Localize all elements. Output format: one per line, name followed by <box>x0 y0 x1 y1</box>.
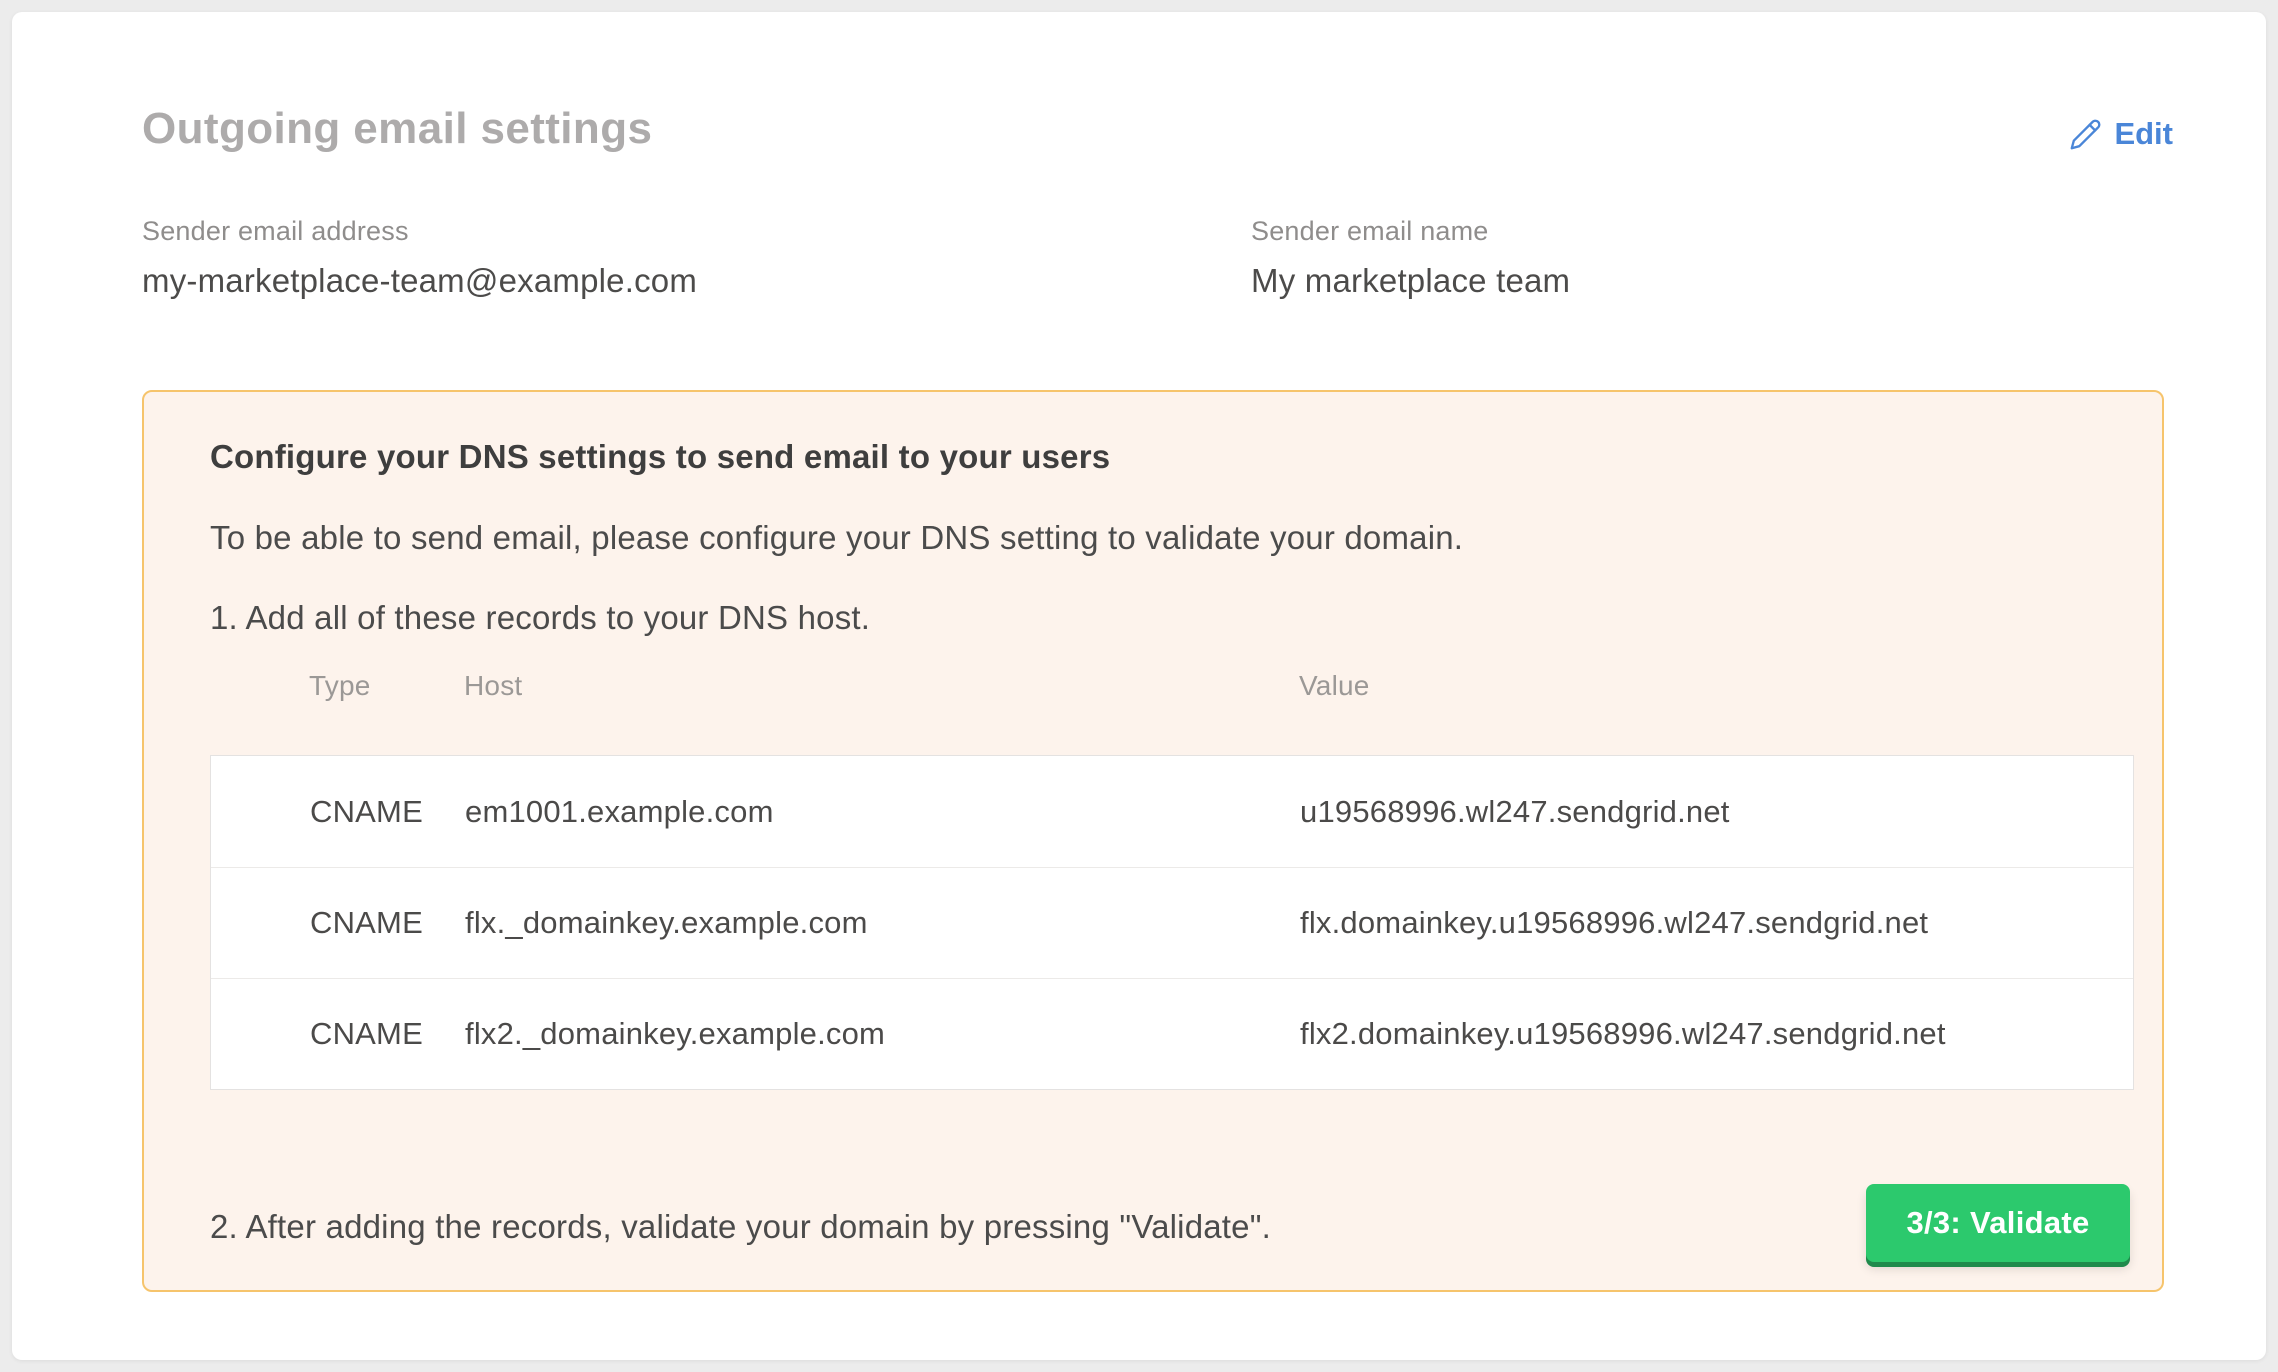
dns-step-2: 2. After adding the records, validate yo… <box>210 1208 1271 1246</box>
dns-type-cell: CNAME <box>211 905 465 941</box>
sender-email-value: my-marketplace-team@example.com <box>142 262 697 300</box>
page-title: Outgoing email settings <box>142 104 652 154</box>
dns-step-1: 1. Add all of these records to your DNS … <box>210 599 870 637</box>
dns-panel-description: To be able to send email, please configu… <box>210 519 1463 557</box>
edit-button[interactable]: Edit <box>2069 116 2173 152</box>
dns-panel-heading: Configure your DNS settings to send emai… <box>210 438 1110 476</box>
dns-records-table: CNAMEem1001.example.comu19568996.wl247.s… <box>210 755 2134 1090</box>
table-row: CNAMEflx2._domainkey.example.comflx2.dom… <box>211 978 2133 1089</box>
dns-type-cell: CNAME <box>211 1016 465 1052</box>
column-header-type: Type <box>210 670 464 702</box>
pencil-icon <box>2069 118 2102 151</box>
dns-host-cell: flx._domainkey.example.com <box>465 905 1300 941</box>
dns-config-panel: Configure your DNS settings to send emai… <box>142 390 2164 1292</box>
edit-label: Edit <box>2114 116 2173 152</box>
settings-card: Outgoing email settings Edit Sender emai… <box>12 12 2266 1360</box>
dns-host-cell: flx2._domainkey.example.com <box>465 1016 1300 1052</box>
sender-email-label: Sender email address <box>142 216 697 247</box>
sender-email-field: Sender email address my-marketplace-team… <box>142 216 697 300</box>
dns-table-header: Type Host Value <box>210 670 2134 702</box>
column-header-value: Value <box>1299 670 2134 702</box>
sender-name-value: My marketplace team <box>1251 262 1570 300</box>
sender-name-field: Sender email name My marketplace team <box>1251 216 1570 300</box>
dns-value-cell: flx2.domainkey.u19568996.wl247.sendgrid.… <box>1300 1016 2133 1052</box>
table-row: CNAMEflx._domainkey.example.comflx.domai… <box>211 867 2133 978</box>
dns-type-cell: CNAME <box>211 794 465 830</box>
dns-value-cell: u19568996.wl247.sendgrid.net <box>1300 794 2133 830</box>
validate-button[interactable]: 3/3: Validate <box>1866 1184 2130 1262</box>
dns-host-cell: em1001.example.com <box>465 794 1300 830</box>
sender-name-label: Sender email name <box>1251 216 1570 247</box>
column-header-host: Host <box>464 670 1299 702</box>
dns-value-cell: flx.domainkey.u19568996.wl247.sendgrid.n… <box>1300 905 2133 941</box>
table-row: CNAMEem1001.example.comu19568996.wl247.s… <box>211 756 2133 867</box>
